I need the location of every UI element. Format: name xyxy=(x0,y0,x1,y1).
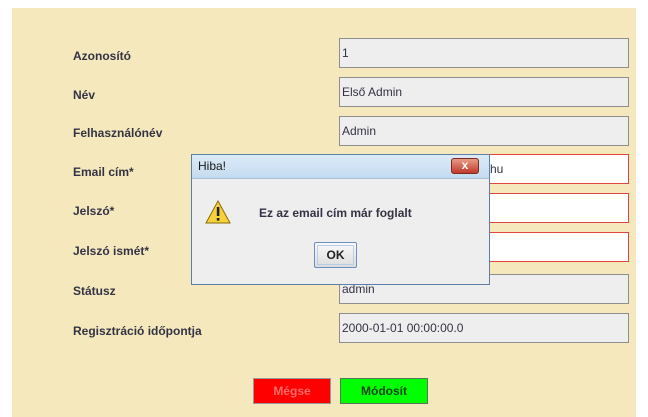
id-field[interactable]: 1 xyxy=(339,38,629,68)
registration-date-field[interactable]: 2000-01-01 00:00:00.0 xyxy=(339,313,629,343)
modify-button[interactable]: Módosít xyxy=(340,378,428,404)
error-dialog: Hiba! x Ez az email cím már foglalt OK xyxy=(191,154,490,285)
status-label: Státusz xyxy=(73,284,116,298)
password-confirm-label: Jelszó ismét* xyxy=(73,244,150,258)
dialog-title: Hiba! xyxy=(198,159,227,173)
username-label: Felhasználónév xyxy=(73,126,163,140)
dialog-message: Ez az email cím már foglalt xyxy=(259,206,412,220)
warning-icon xyxy=(205,199,231,224)
password-label: Jelszó* xyxy=(73,204,115,218)
registration-date-label: Regisztráció időpontja xyxy=(73,324,202,338)
cancel-button[interactable]: Mégse xyxy=(253,378,331,404)
name-field[interactable]: Első Admin xyxy=(339,77,629,107)
ok-button[interactable]: OK xyxy=(314,242,357,268)
id-label: Azonosító xyxy=(73,49,131,63)
email-label: Email cím* xyxy=(73,165,134,179)
username-field[interactable]: Admin xyxy=(339,116,629,146)
close-icon[interactable]: x xyxy=(451,158,479,174)
dialog-titlebar[interactable]: Hiba! x xyxy=(192,155,489,179)
name-label: Név xyxy=(73,88,96,102)
